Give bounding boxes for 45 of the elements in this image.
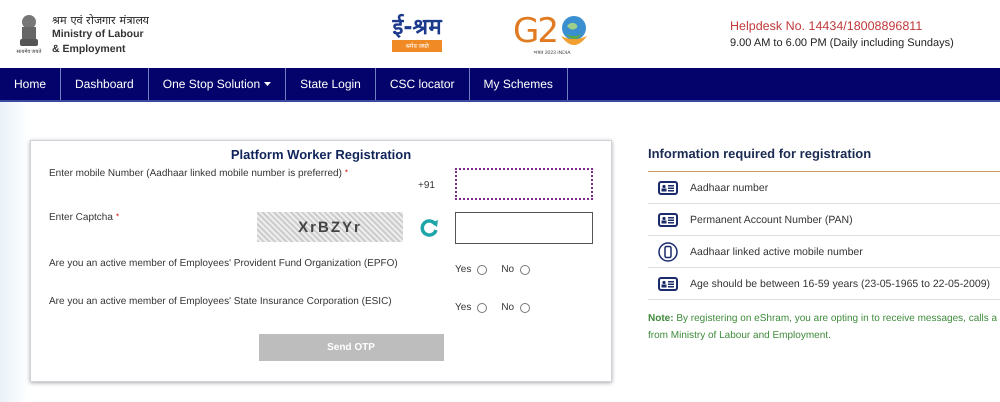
mobile-input[interactable] (455, 168, 593, 200)
id-card-icon (658, 212, 678, 226)
radio-option[interactable]: No (501, 302, 530, 313)
registration-note: Note: By registering on eShram, you are opting in to receive messages, calls a from Ministry of Labour and Employment. (648, 312, 998, 343)
helpdesk-number: Helpdesk No. 14434/18008896811 (730, 19, 924, 33)
nav-link[interactable]: Home (0, 68, 62, 100)
requirement-text: Aadhaar number (690, 182, 768, 194)
requirement-text: Permanent Account Number (PAN) (690, 214, 853, 226)
id-card-icon (658, 180, 678, 194)
id-card-icon (658, 276, 678, 290)
info-title: Information required for registration (648, 146, 1000, 172)
g20-logo-letters: G2 (513, 12, 557, 48)
nav-link[interactable]: My Schemes (470, 68, 568, 100)
eshram-logo-title: ई-श्रम (392, 16, 442, 40)
nav-link[interactable]: CSC locator (376, 68, 470, 100)
captcha-image: XrBZYr (257, 212, 403, 242)
caret-icon (264, 82, 272, 86)
requirement-text: Aadhaar linked active mobile number (690, 246, 863, 258)
country-code: +91 (418, 180, 435, 191)
radio-circle[interactable] (520, 302, 530, 312)
radio-circle[interactable] (477, 302, 488, 312)
required-mark: * (116, 212, 120, 221)
radio-circle[interactable] (477, 264, 488, 274)
mobile-phone-icon (658, 242, 678, 262)
radio-circle[interactable] (520, 264, 530, 274)
radio-option[interactable]: No (501, 264, 530, 275)
field-label: Enter Captcha (49, 212, 113, 223)
required-mark: * (344, 168, 348, 177)
form-title: Platform Worker Registration (230, 147, 412, 162)
nav-link[interactable]: Dashboard (61, 68, 149, 100)
question-label: Are you an active member of Employees' State Insurance Corporation (ESIC) (49, 296, 392, 307)
ministry-name: & Employment (52, 42, 127, 56)
requirement-text: Age should be between 16-59 years (23-05-1965 to 22-05-2009) (690, 278, 990, 290)
ministry-name-hindi: श्रम एवं रोजगार मंत्रालय (52, 12, 148, 26)
captcha-input[interactable] (455, 212, 593, 244)
field-label: Enter mobile Number (Aadhaar linked mobile number is preferred) (49, 168, 342, 179)
nav-link[interactable]: State Login (286, 68, 376, 100)
question-label: Are you an active member of Employees' Provident Fund Organization (EPFO) (49, 258, 398, 269)
helpdesk-hours: 9.00 AM to 6.00 PM (Daily including Sundays) (730, 37, 955, 49)
radio-option[interactable]: Yes (455, 302, 488, 313)
emblem-icon (17, 14, 41, 48)
radio-option[interactable]: Yes (455, 264, 488, 275)
ministry-name: Ministry of Labour (52, 26, 145, 42)
refresh-icon[interactable] (419, 218, 439, 238)
nav-link[interactable]: One Stop Solution (148, 68, 286, 100)
